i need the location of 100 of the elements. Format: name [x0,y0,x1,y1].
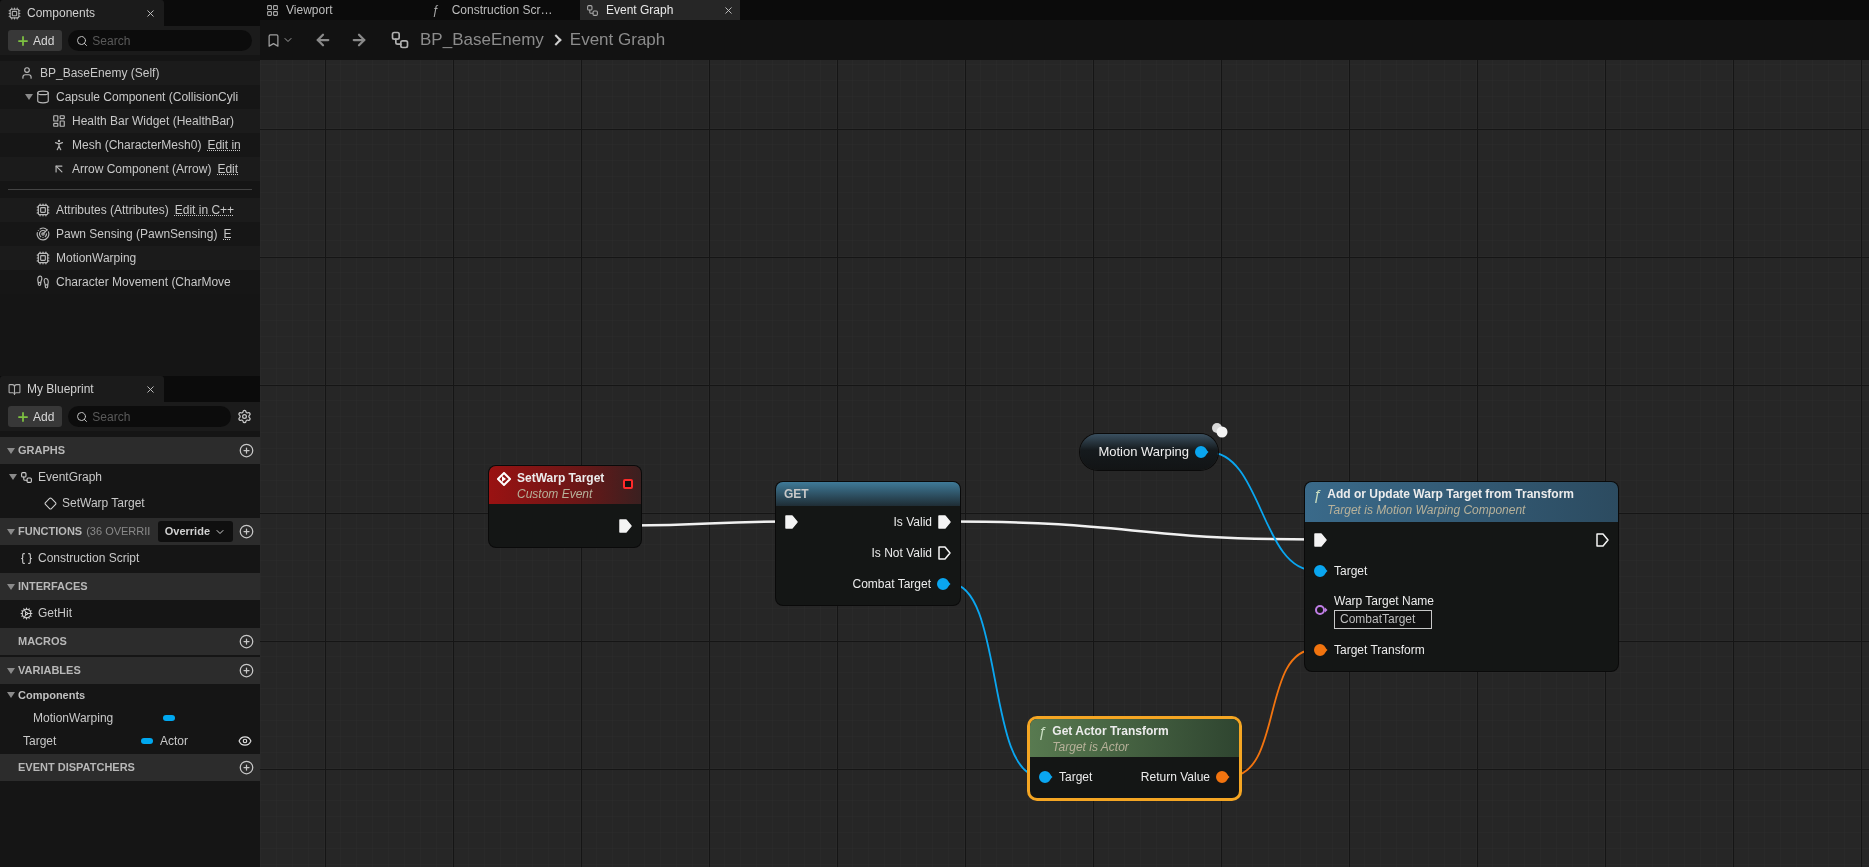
node-subtitle: Target is Motion Warping Component [1327,502,1527,518]
expander-icon[interactable] [6,445,16,456]
breadcrumb-item[interactable]: Event Graph [569,27,666,53]
editor-tab[interactable]: Event Graph [580,0,740,20]
settings-icon[interactable] [237,409,252,424]
blueprint-item[interactable]: Construction Script [38,549,140,567]
pin-label: Return Value [1140,768,1210,786]
section-header[interactable]: EVENT DISPATCHERS [0,754,260,781]
expander-icon[interactable] [6,690,16,700]
object-pin[interactable] [1195,446,1209,458]
blueprint-node[interactable]: GET Is Valid Is Not Valid Combat Target [776,482,960,605]
component-name[interactable]: Pawn Sensing (PawnSensing) [56,225,218,243]
exec-pin[interactable] [1314,532,1327,547]
component-icon [36,227,50,241]
blueprint-item[interactable]: SetWarp Target [62,494,145,512]
search-field[interactable]: Search [68,406,231,427]
blueprint-node[interactable]: ƒ Add or Update Warp Target from Transform Target is Motion Warping Component Target Warp Target Name CombatTarget Target Transform [1305,482,1618,671]
search-field[interactable]: Search [68,30,252,51]
pin-label: Combat Target [852,575,931,593]
component-icon [36,251,50,265]
blueprint-node[interactable]: ƒ Get Actor Transform Target is Actor Target Return Value [1030,719,1239,798]
forward-icon[interactable] [350,31,368,49]
object-pin[interactable] [1039,770,1053,783]
plus-icon [16,33,30,48]
expander-icon[interactable] [6,665,16,676]
variable-name[interactable]: MotionWarping [33,708,163,727]
item-icon [44,496,57,510]
section-title: GRAPHS [18,443,66,459]
function-glyph: ƒ [1038,723,1047,741]
plus-icon [16,409,30,424]
component-icon [20,66,34,80]
section-header[interactable]: INTERFACES [0,573,260,600]
object-pin[interactable] [937,577,951,590]
variable-name[interactable]: Target [23,731,153,750]
add-icon[interactable] [239,663,254,678]
close-icon[interactable] [145,383,156,395]
node-subtitle: Target is Actor [1052,739,1130,755]
expander-icon[interactable] [24,92,34,102]
pin-label: Is Valid [893,513,932,531]
section-header[interactable]: VARIABLES [0,657,260,684]
variable-type: Actor [160,732,188,750]
category-title[interactable]: Components [18,686,86,704]
exec-pin[interactable] [619,518,632,533]
panel-tab[interactable]: My Blueprint [0,376,164,402]
exec-pin[interactable] [1596,532,1609,547]
exec-pin[interactable] [785,514,798,529]
section-title: VARIABLES [18,663,81,679]
component-name[interactable]: Mesh (CharacterMesh0) [72,136,202,154]
expander-icon[interactable] [8,472,18,482]
blueprint-item[interactable]: GetHit [38,604,72,622]
blueprint-item[interactable]: EventGraph [38,468,103,486]
delegate-pin[interactable] [623,479,633,489]
eye-icon[interactable] [238,733,252,748]
bookmark-icon [266,32,281,48]
edit-link[interactable]: E [223,225,232,243]
event-icon [497,472,511,486]
type-pill-icon [141,737,153,744]
variable-node[interactable]: Motion Warping [1080,434,1218,470]
close-icon[interactable] [723,4,734,16]
component-name[interactable]: Attributes (Attributes) [56,201,169,219]
section-header[interactable]: GRAPHS [0,437,260,464]
component-name[interactable]: Character Movement (CharMove [56,273,231,291]
expander-icon[interactable] [6,581,16,592]
blueprint-node[interactable]: SetWarp Target Custom Event [489,466,641,547]
spheres-icon [1211,422,1229,438]
panel-tab[interactable]: Components [0,0,164,26]
edit-link[interactable]: Edit [217,160,239,178]
close-icon[interactable] [145,7,156,19]
transform-pin[interactable] [1216,770,1230,783]
section-header[interactable]: MACROS [0,628,260,655]
object-pin[interactable] [1314,564,1328,577]
add-button[interactable]: Add [8,406,63,427]
back-icon[interactable] [314,31,332,49]
breadcrumb-item[interactable]: BP_BaseEnemy [420,27,544,53]
bookmark-button[interactable] [266,32,294,48]
name-pin[interactable] [1314,604,1328,616]
exec-pin[interactable] [938,545,951,560]
item-icon [20,470,33,484]
node-title: SetWarp Target [517,470,605,486]
transform-pin[interactable] [1314,643,1328,656]
exec-pin[interactable] [938,514,951,529]
component-name[interactable]: Arrow Component (Arrow) [72,160,212,178]
edit-link[interactable]: Edit in [207,136,241,154]
search-icon [76,35,89,47]
node-subtitle: Custom Event [517,486,594,502]
pin-label: Target [1334,562,1368,580]
section-header[interactable]: FUNCTIONS (36 OVERRII Override [0,518,260,545]
add-icon[interactable] [239,760,254,775]
expander-icon[interactable] [6,526,16,537]
edit-link[interactable]: Edit in C++ [174,201,235,219]
pin-label: Warp Target Name [1334,592,1435,610]
component-icon [36,203,50,217]
add-icon[interactable] [239,634,254,649]
override-dropdown[interactable]: Override [157,521,233,542]
add-button[interactable]: Add [8,30,63,51]
add-icon[interactable] [239,443,254,458]
add-icon[interactable] [239,524,254,539]
name-field[interactable]: CombatTarget [1334,609,1432,629]
blueprint-icon [8,382,21,396]
component-name[interactable]: Capsule Component (CollisionCyli [56,88,239,106]
